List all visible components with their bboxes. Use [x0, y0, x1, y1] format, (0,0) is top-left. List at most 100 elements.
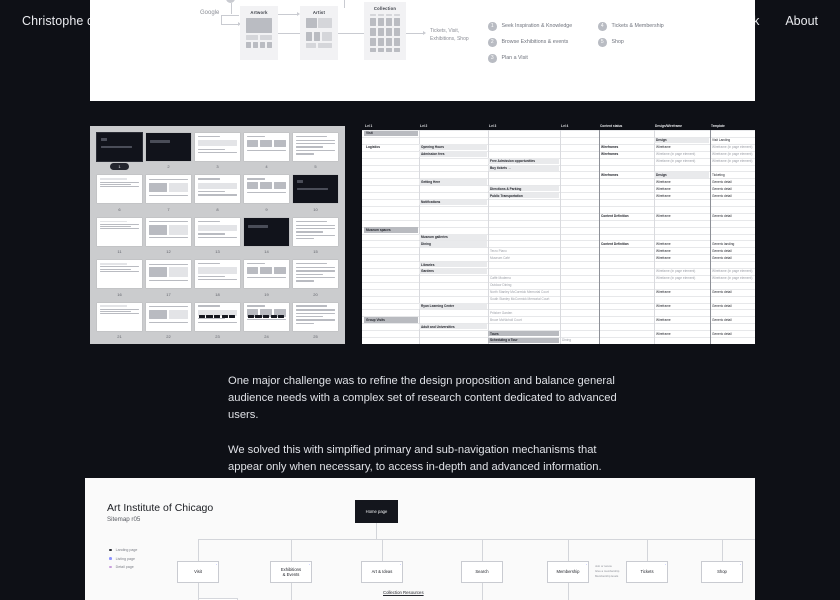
- slide-thumbnail[interactable]: [97, 217, 142, 246]
- slide-thumbnail[interactable]: [293, 175, 338, 204]
- slide-deck-artboard[interactable]: 1 2 3 4 5 6 7 8 9 10 11 12 13 14 15 16 17 18 19 20 21 22 23 24 2…: [90, 126, 345, 344]
- table-cell[interactable]: Ticketing: [712, 173, 725, 177]
- slide-thumbnail-cell[interactable]: 13: [195, 217, 240, 255]
- slide-thumbnail[interactable]: [195, 302, 240, 331]
- table-cell[interactable]: Adult and Universities: [421, 325, 455, 329]
- slide-thumbnail-cell[interactable]: 11: [97, 217, 142, 255]
- table-cell[interactable]: Notifications: [421, 201, 440, 204]
- slide-thumbnail-cell[interactable]: 19: [244, 260, 289, 297]
- slide-thumbnail[interactable]: [97, 175, 142, 204]
- table-cell[interactable]: Generic detail: [712, 194, 732, 198]
- table-cell[interactable]: Buy tickets →: [490, 166, 511, 170]
- table-cell[interactable]: Museum spaces: [366, 228, 391, 232]
- slide-thumbnail-cell[interactable]: 8: [195, 175, 240, 212]
- table-cell[interactable]: Wireframe: [656, 318, 671, 322]
- table-cell[interactable]: Wireframes: [601, 152, 618, 156]
- slide-thumbnail-cell[interactable]: 5: [293, 133, 338, 170]
- slide-thumbnail[interactable]: [195, 175, 240, 204]
- table-cell[interactable]: Wireframe: [656, 242, 671, 246]
- slide-thumbnail[interactable]: [293, 217, 338, 246]
- table-cell[interactable]: Wireframe: [656, 214, 671, 218]
- table-cell[interactable]: Admission fees: [421, 152, 445, 156]
- slide-thumbnail-cell[interactable]: 14: [244, 217, 289, 255]
- table-cell[interactable]: Generic detail: [712, 187, 732, 191]
- spreadsheet-artboard[interactable]: Lvl 1 Lvl 2 Lvl 3 Lvl 4 Content status Design…: [362, 122, 755, 344]
- table-cell[interactable]: Libraries: [421, 263, 434, 267]
- table-cell[interactable]: Generic detail: [712, 180, 732, 184]
- table-cell[interactable]: Wireframe: [656, 256, 671, 260]
- slide-thumbnail-cell[interactable]: 15: [293, 217, 338, 255]
- slide-thumbnail-cell[interactable]: 21: [97, 302, 142, 340]
- table-cell[interactable]: Wireframe: [656, 180, 671, 184]
- slide-thumbnail-cell[interactable]: 3: [195, 133, 240, 170]
- sitemap-artboard[interactable]: Art Institute of Chicago Sitemap r05 Lan…: [85, 478, 755, 600]
- slide-thumbnail-cell[interactable]: 4: [244, 133, 289, 170]
- wireframe-card-artist[interactable]: Artist: [300, 6, 338, 60]
- table-cell[interactable]: Dining: [562, 339, 571, 342]
- table-cell[interactable]: Wireframe: [656, 145, 671, 149]
- slide-thumbnail[interactable]: [146, 217, 191, 246]
- table-cell[interactable]: Caffè Moderno: [490, 277, 511, 280]
- table-column-header[interactable]: Lvl 3: [489, 124, 496, 128]
- sitemap-node-home[interactable]: Home page: [355, 500, 398, 523]
- goal-item[interactable]: 2 Browse Exhibitions & events: [488, 38, 572, 47]
- table-cell[interactable]: Wireframe (in page element): [712, 270, 752, 273]
- table-cell[interactable]: Wireframe: [656, 249, 671, 253]
- slide-thumbnail[interactable]: [195, 217, 240, 246]
- table-cell[interactable]: Ryan Learning Center: [421, 304, 454, 308]
- table-cell[interactable]: Wirefame (in page element): [656, 159, 695, 163]
- table-cell[interactable]: Wireframe: [656, 194, 671, 198]
- table-cell[interactable]: Museum galleries: [421, 235, 448, 239]
- slide-thumbnail[interactable]: [146, 260, 191, 289]
- slide-thumbnail[interactable]: [97, 302, 142, 331]
- table-cell[interactable]: Gardens: [421, 270, 434, 273]
- goal-item[interactable]: 5 Shop: [598, 38, 664, 47]
- table-cell[interactable]: Wireframe: [656, 304, 671, 308]
- table-cell[interactable]: Wirefame (in page element): [656, 277, 695, 280]
- table-cell[interactable]: Wireframe (in page element): [712, 152, 752, 156]
- table-cell[interactable]: Design: [656, 173, 667, 177]
- goal-item[interactable]: 4 Tickets & Membership: [598, 22, 664, 31]
- table-cell[interactable]: Wireframes: [601, 145, 618, 149]
- sitemap-node-art-and-ideas[interactable]: ▪ Art & Ideas: [361, 561, 403, 583]
- table-column-header[interactable]: Lvl 2: [420, 124, 427, 128]
- slide-thumbnail-cell[interactable]: 22: [146, 302, 191, 340]
- slide-thumbnail[interactable]: [244, 133, 289, 161]
- slide-thumbnail[interactable]: [244, 260, 289, 289]
- table-cell[interactable]: Generic detail: [712, 332, 732, 336]
- table-cell[interactable]: Generic detail: [712, 214, 732, 218]
- table-cell[interactable]: Public Transportation: [490, 194, 523, 198]
- user-flow-artboard[interactable]: 1 Google Artwork Artist: [90, 0, 755, 101]
- slide-thumbnail-cell[interactable]: 25: [293, 302, 338, 340]
- slide-thumbnail-cell[interactable]: 2: [146, 133, 191, 170]
- slide-thumbnail[interactable]: [293, 260, 338, 289]
- slide-thumbnail-cell[interactable]: 24: [244, 302, 289, 340]
- slide-thumbnail[interactable]: [293, 133, 338, 161]
- nav-link-about[interactable]: About: [785, 14, 818, 28]
- table-cell[interactable]: Terzo Piano: [490, 249, 507, 253]
- table-cell[interactable]: Tours: [490, 332, 499, 336]
- table-cell[interactable]: Opening Hours: [421, 145, 444, 149]
- slide-thumbnail-cell[interactable]: 9: [244, 175, 289, 212]
- sitemap-node-membership[interactable]: ▪ Membership: [547, 561, 589, 583]
- table-cell[interactable]: North Stanley McCormick Memorial Court: [490, 290, 549, 294]
- table-cell[interactable]: Logistics: [366, 145, 380, 149]
- table-cell[interactable]: Group Visits: [366, 318, 385, 322]
- wireframe-card-artwork[interactable]: Artwork: [240, 6, 278, 60]
- table-cell[interactable]: Generic detail: [712, 304, 732, 308]
- table-cell[interactable]: Museum Café: [490, 256, 510, 260]
- table-cell[interactable]: Content Definition: [601, 242, 629, 246]
- slide-thumbnail[interactable]: [195, 133, 240, 161]
- sitemap-node-search[interactable]: Search: [461, 561, 503, 583]
- table-column-header[interactable]: Template: [711, 124, 725, 128]
- slide-thumbnail[interactable]: [146, 302, 191, 331]
- slide-thumbnail[interactable]: [293, 302, 338, 331]
- table-cell[interactable]: Wireframe (in page element): [712, 159, 752, 163]
- table-cell[interactable]: Content Definition: [601, 214, 629, 218]
- table-cell[interactable]: Generic landing: [712, 242, 734, 246]
- slide-thumbnail[interactable]: [244, 175, 289, 204]
- table-cell[interactable]: Generic detail: [712, 256, 732, 260]
- table-cell[interactable]: Wireframe: [656, 290, 671, 294]
- table-cell[interactable]: South Stanley McCormick Memorial Court: [490, 297, 549, 301]
- table-cell[interactable]: Visit: [366, 132, 373, 135]
